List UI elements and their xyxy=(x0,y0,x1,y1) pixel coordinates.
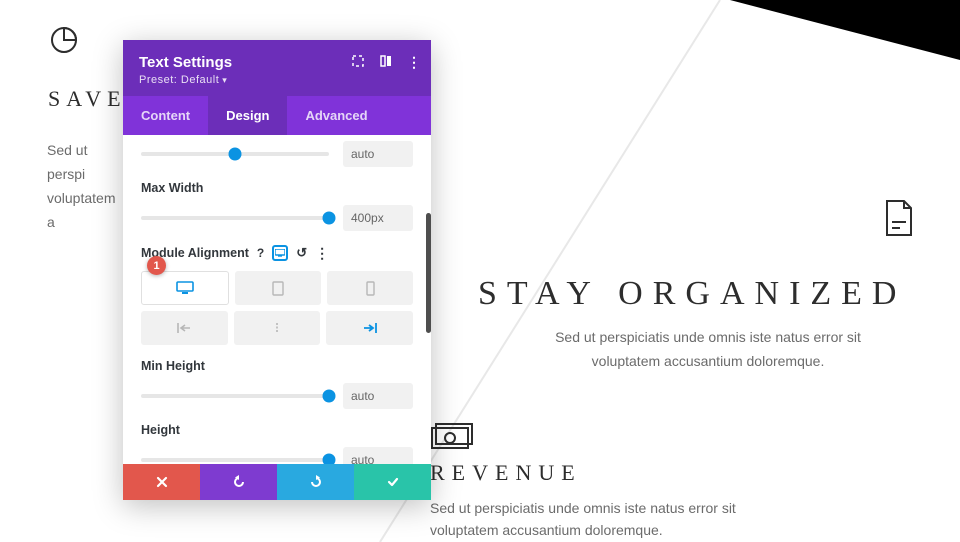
expand-icon[interactable] xyxy=(351,54,365,71)
max-width-input[interactable]: 400px xyxy=(343,205,413,231)
min-height-input[interactable]: auto xyxy=(343,383,413,409)
device-desktop-button[interactable] xyxy=(141,271,229,305)
save-button[interactable] xyxy=(354,464,431,500)
revenue-text: Sed ut perspiciatis unde omnis iste natu… xyxy=(430,497,770,541)
snap-icon[interactable] xyxy=(379,54,393,71)
min-height-slider[interactable] xyxy=(141,394,329,398)
width-slider-truncated[interactable] xyxy=(141,152,329,156)
money-icon xyxy=(430,422,474,450)
alignment-row xyxy=(141,311,413,345)
help-icon[interactable]: ? xyxy=(257,246,264,260)
panel-footer xyxy=(123,464,431,500)
max-width-label: Max Width xyxy=(141,181,413,195)
align-left-button[interactable] xyxy=(141,311,228,345)
redo-button[interactable] xyxy=(277,464,354,500)
cancel-button[interactable] xyxy=(123,464,200,500)
save-body-text: Sed ut perspi voluptatem a xyxy=(47,138,127,234)
height-label: Height xyxy=(141,423,413,437)
undo-button[interactable] xyxy=(200,464,277,500)
tab-bar: Content Design Advanced xyxy=(123,96,431,135)
preset-dropdown[interactable]: Preset: Default xyxy=(139,74,415,86)
kebab-menu-icon[interactable]: ⋮ xyxy=(407,54,421,71)
tab-advanced[interactable]: Advanced xyxy=(287,96,385,135)
more-options-icon[interactable]: ⋮ xyxy=(315,248,329,258)
scrollbar-thumb[interactable] xyxy=(426,213,431,333)
pie-chart-icon xyxy=(48,24,80,56)
revenue-heading: REVENUE xyxy=(430,460,582,486)
device-phone-button[interactable] xyxy=(327,271,413,305)
device-selector-row xyxy=(141,271,413,305)
module-alignment-label: Module Alignment ? ↺ ⋮ xyxy=(141,245,413,261)
height-slider[interactable] xyxy=(141,458,329,462)
stay-organized-heading: STAY ORGANIZED xyxy=(478,275,907,313)
tab-content[interactable]: Content xyxy=(123,96,208,135)
align-center-button[interactable] xyxy=(234,311,321,345)
min-height-label: Min Height xyxy=(141,359,413,373)
width-value-truncated[interactable]: auto xyxy=(343,141,413,167)
panel-body: auto Max Width 400px Module Alignment ? … xyxy=(123,135,431,464)
align-right-button[interactable] xyxy=(326,311,413,345)
panel-header[interactable]: Text Settings Preset: Default ⋮ xyxy=(123,40,431,96)
device-tablet-button[interactable] xyxy=(235,271,321,305)
max-width-slider[interactable] xyxy=(141,216,329,220)
text-settings-panel: Text Settings Preset: Default ⋮ Content … xyxy=(123,40,431,500)
tab-design[interactable]: Design xyxy=(208,96,287,135)
height-input[interactable]: auto xyxy=(343,447,413,464)
stay-organized-text: Sed ut perspiciatis unde omnis iste natu… xyxy=(528,325,888,373)
reset-icon[interactable]: ↺ xyxy=(296,245,307,261)
document-icon xyxy=(884,200,914,236)
responsive-toggle-icon[interactable] xyxy=(272,245,288,261)
annotation-badge-1: 1 xyxy=(147,256,166,275)
